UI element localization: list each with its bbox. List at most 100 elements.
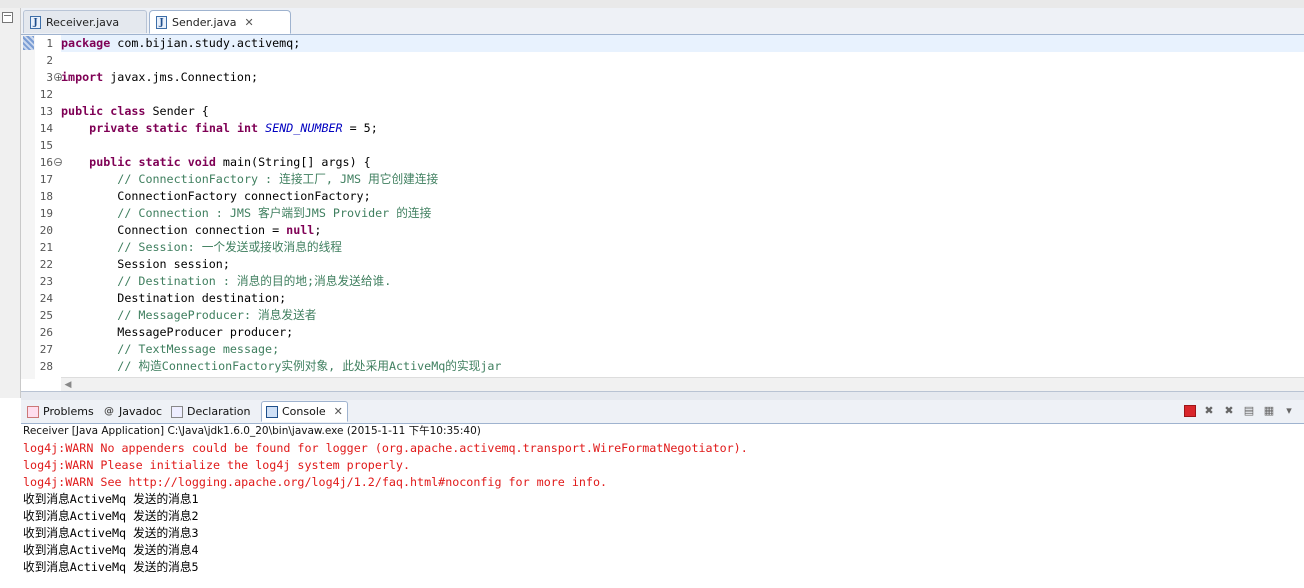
code-line: import javax.jms.Connection; [61, 69, 1304, 86]
code-token: public [61, 104, 104, 118]
code-line: public static void main(String[] args) { [61, 154, 1304, 171]
code-token: Destination destination; [61, 291, 287, 305]
expand-fold-icon[interactable]: + [54, 73, 62, 82]
line-number: 28 [39, 360, 53, 373]
console-error-line: log4j:WARN See http://logging.apache.org… [23, 475, 608, 489]
close-icon[interactable]: ✕ [334, 405, 343, 418]
code-line: MessageProducer producer; [61, 324, 1304, 341]
tab-sender-java[interactable]: J Sender.java ✕ [149, 10, 291, 34]
code-area[interactable]: package com.bijian.study.activemq; import… [61, 35, 1304, 375]
line-number: 19 [39, 207, 53, 220]
code-token: = 5; [342, 121, 378, 135]
clear-console-icon[interactable]: ▤ [1242, 404, 1256, 418]
line-number: 24 [39, 292, 53, 305]
line-number: 14 [39, 122, 53, 135]
code-token: package [61, 36, 111, 50]
code-line: // TextMessage message; [61, 341, 1304, 358]
code-token: static [138, 155, 181, 169]
current-line-marker [23, 36, 34, 50]
code-token: // Session: 一个发送或接收消息的线程 [61, 240, 342, 254]
code-line: private static final int SEND_NUMBER = 5… [61, 120, 1304, 137]
code-token: // MessageProducer: 消息发送者 [61, 308, 317, 322]
tab-problems[interactable]: Problems [23, 401, 98, 422]
console-output-line: 收到消息ActiveMq 发送的消息4 [23, 543, 199, 557]
console-toolbar: ✖ ✖ ▤ ▦ ▾ [1184, 404, 1296, 418]
code-editor[interactable]: 1 2 3 12 13 14 15 16 17 18 19 20 21 22 23 24 25 26 27 28 pa… [21, 35, 1304, 391]
minimize-icon[interactable] [2, 12, 13, 23]
code-token: // Destination : 消息的目的地;消息发送给谁. [61, 274, 392, 288]
code-token: main(String[] args) { [215, 155, 371, 169]
tab-label: Declaration [187, 405, 251, 418]
code-token: Connection connection = [61, 223, 287, 237]
code-token: SEND_NUMBER [265, 121, 343, 135]
line-number: 25 [39, 309, 53, 322]
code-line: Session session; [61, 256, 1304, 273]
code-token: // 构造ConnectionFactory实例对象, 此处采用ActiveMq… [61, 359, 502, 373]
code-token: Sender { [145, 104, 209, 118]
terminate-icon[interactable] [1184, 405, 1196, 417]
code-line: // Session: 一个发送或接收消息的线程 [61, 239, 1304, 256]
code-token: com.bijian.study.activemq; [110, 36, 301, 50]
line-number-gutter: 1 2 3 12 13 14 15 16 17 18 19 20 21 22 23 24 25 26 27 28 [35, 35, 53, 375]
declaration-icon [171, 405, 183, 418]
tab-receiver-java[interactable]: J Receiver.java [23, 10, 147, 33]
horizontal-scrollbar[interactable]: ◀ [61, 377, 1304, 391]
tab-javadoc[interactable]: @ Javadoc [99, 401, 166, 422]
editor-tab-bar: J Receiver.java J Sender.java ✕ [21, 8, 1304, 35]
line-number: 2 [46, 54, 53, 67]
collapse-fold-icon[interactable]: − [54, 158, 62, 167]
code-line: package com.bijian.study.activemq; [61, 35, 1304, 52]
console-output-line: 收到消息ActiveMq 发送的消息1 [23, 492, 199, 506]
code-token: // TextMessage message; [61, 342, 280, 356]
java-file-icon: J [156, 15, 167, 29]
code-token: Session session; [61, 257, 230, 271]
panel-divider[interactable] [21, 391, 1304, 400]
line-number: 22 [39, 258, 53, 271]
console-output-line: 收到消息ActiveMq 发送的消息3 [23, 526, 199, 540]
scroll-left-icon[interactable]: ◀ [61, 378, 75, 391]
tab-label: Console [282, 405, 326, 418]
code-token: // ConnectionFactory : 连接工厂, JMS 用它创建连接 [61, 172, 439, 186]
tab-label: Javadoc [119, 405, 162, 418]
console-icon [266, 405, 278, 418]
tab-label: Problems [43, 405, 94, 418]
code-token: ; [314, 223, 322, 237]
code-token: // Connection : JMS 客户端到JMS Provider 的连接 [61, 206, 432, 220]
code-line: // ConnectionFactory : 连接工厂, JMS 用它创建连接 [61, 171, 1304, 188]
code-token: MessageProducer producer; [61, 325, 294, 339]
view-tab-bar: Problems @ Javadoc Declaration Console ✕… [21, 400, 1304, 424]
console-output-line: 收到消息ActiveMq 发送的消息2 [23, 509, 199, 523]
close-icon[interactable]: ✕ [245, 16, 254, 29]
scroll-lock-icon[interactable]: ▦ [1262, 404, 1276, 418]
line-number: 26 [39, 326, 53, 339]
code-token: javax.jms.Connection; [103, 70, 259, 84]
tab-label: Receiver.java [46, 15, 120, 29]
line-number: 15 [39, 139, 53, 152]
line-number: 20 [39, 224, 53, 237]
pin-console-icon[interactable]: ▾ [1282, 404, 1296, 418]
code-line: public class Sender { [61, 103, 1304, 120]
console-error-line: log4j:WARN No appenders could be found f… [23, 441, 748, 455]
code-token: static [145, 121, 188, 135]
line-number: 3 [46, 71, 53, 84]
code-token: private [89, 121, 139, 135]
code-line: Connection connection = null; [61, 222, 1304, 239]
tab-declaration[interactable]: Declaration [167, 401, 254, 422]
left-trim [0, 8, 21, 398]
line-number: 12 [39, 88, 53, 101]
remove-all-terminated-icon[interactable]: ✖ [1222, 404, 1236, 418]
line-number: 27 [39, 343, 53, 356]
code-token: void [187, 155, 216, 169]
line-number: 18 [39, 190, 53, 203]
console-error-line: log4j:WARN Please initialize the log4j s… [23, 458, 411, 472]
tab-console[interactable]: Console ✕ [261, 401, 348, 422]
remove-launch-icon[interactable]: ✖ [1202, 404, 1216, 418]
console-output[interactable]: log4j:WARN No appenders could be found f… [23, 440, 1304, 576]
line-number: 16 [39, 156, 53, 169]
